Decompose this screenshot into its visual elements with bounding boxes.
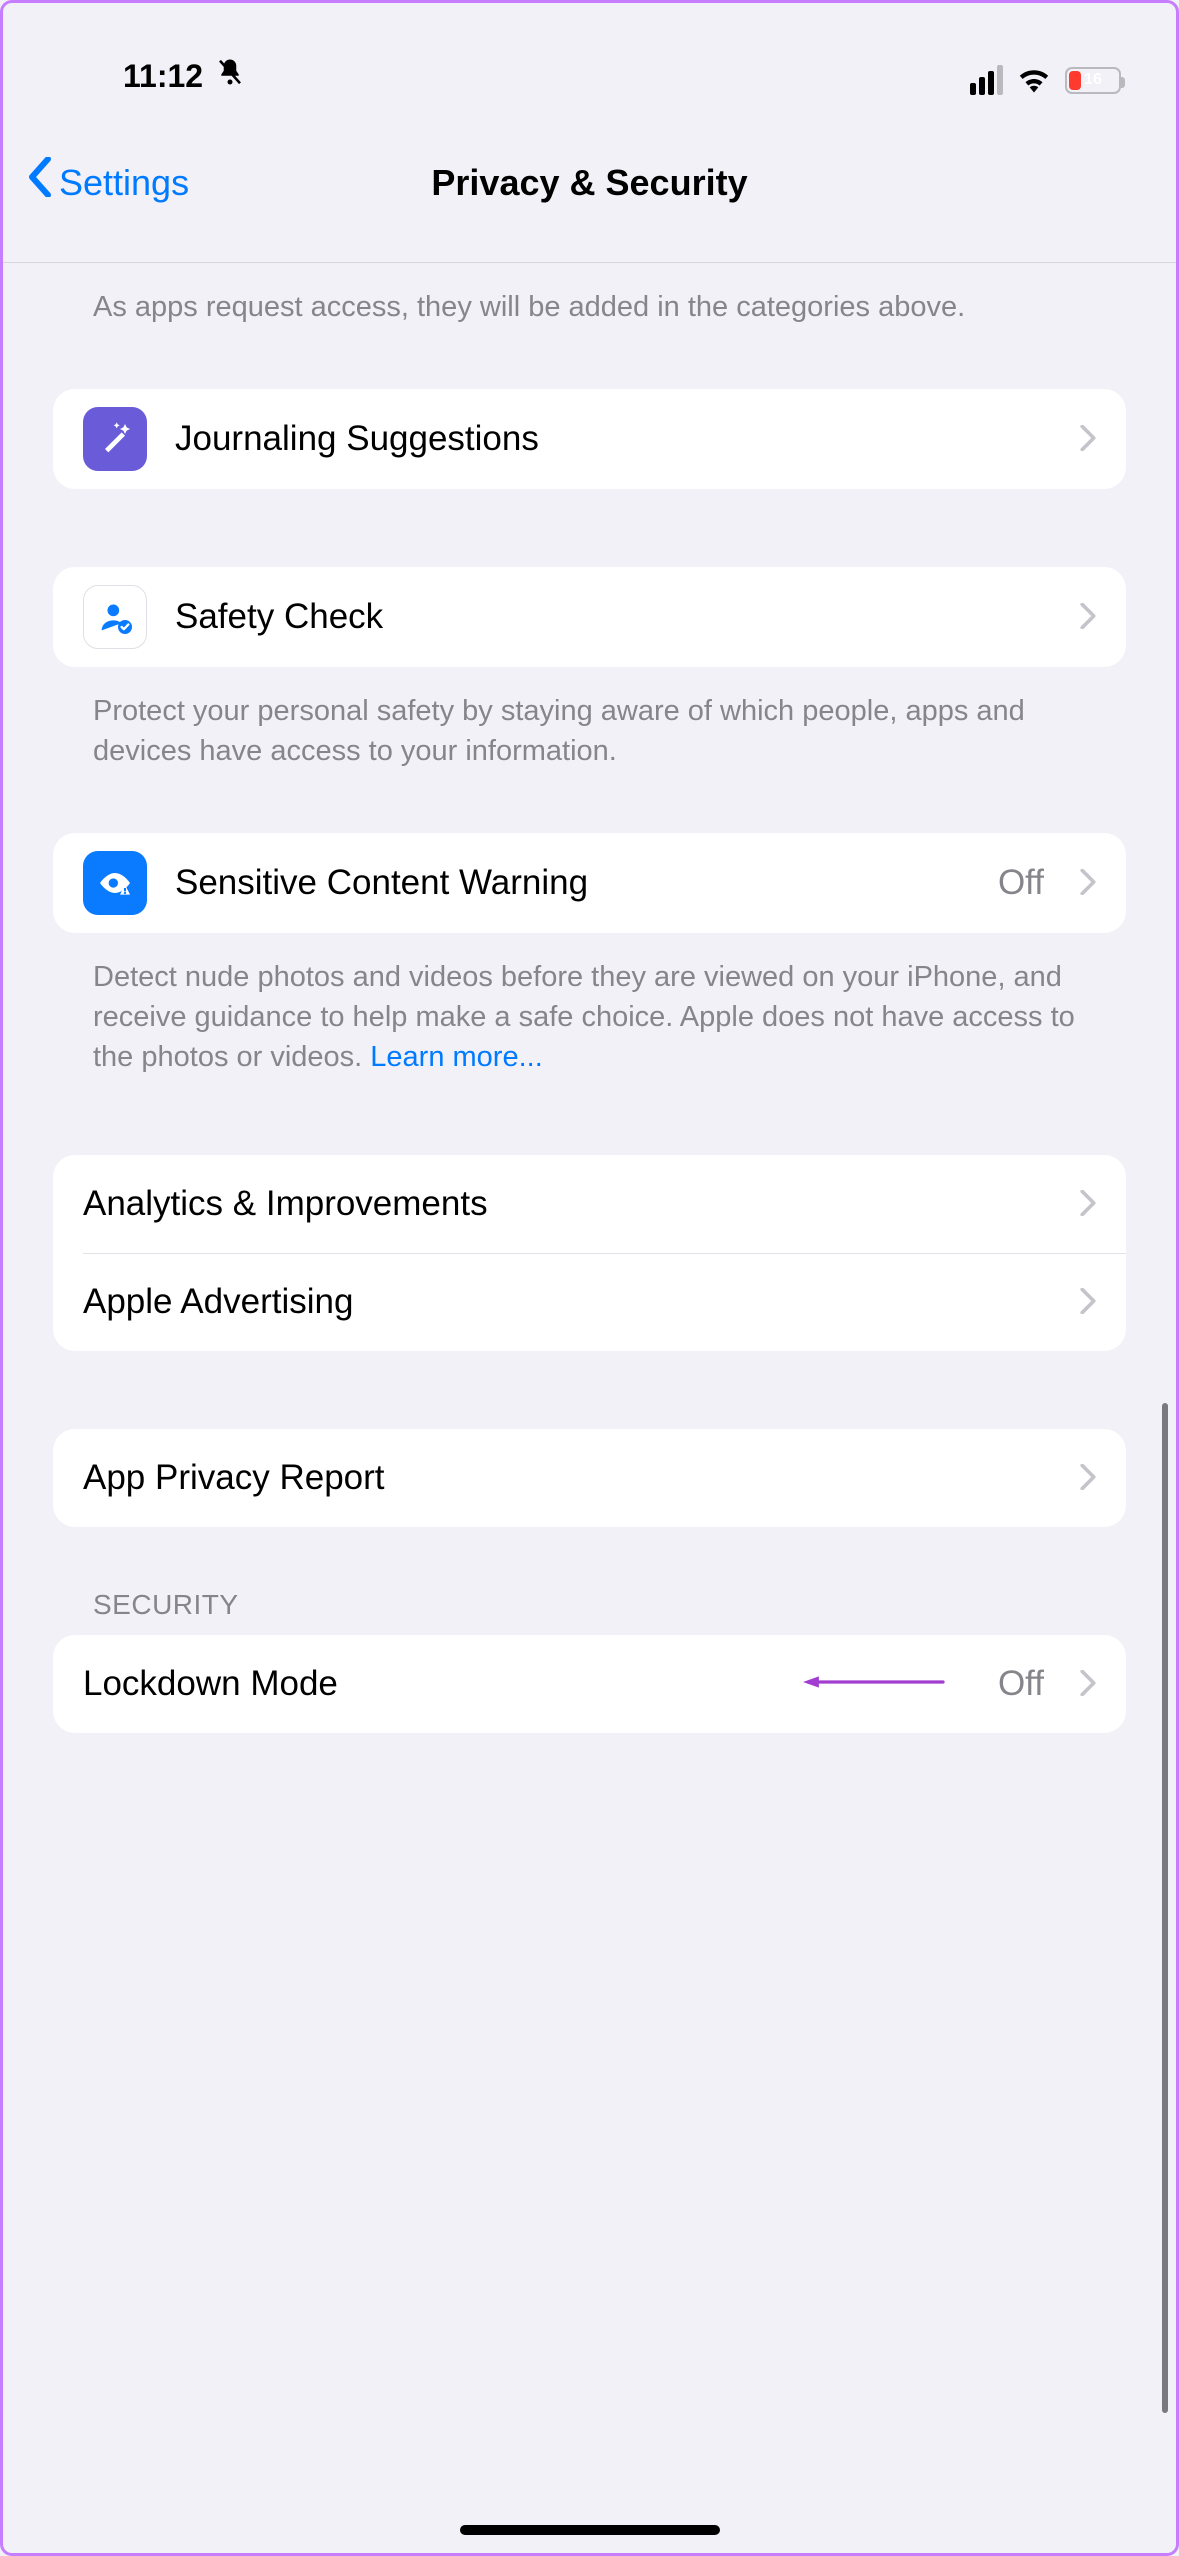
row-lockdown-mode[interactable]: Lockdown Mode Off bbox=[53, 1635, 1126, 1733]
footer-text-span: Detect nude photos and videos before the… bbox=[93, 961, 1075, 1073]
row-apple-advertising[interactable]: Apple Advertising bbox=[53, 1253, 1126, 1351]
chevron-right-icon bbox=[1080, 1457, 1096, 1499]
status-bar: 11:12 16 bbox=[3, 3, 1176, 103]
bell-slash-icon bbox=[215, 57, 245, 95]
eye-warning-icon bbox=[83, 851, 147, 915]
safety-check-footer: Protect your personal safety by staying … bbox=[53, 667, 1126, 771]
group-lockdown: Lockdown Mode Off bbox=[53, 1635, 1126, 1733]
battery-icon: 16 bbox=[1065, 67, 1121, 94]
navigation-bar: Settings Privacy & Security bbox=[3, 103, 1176, 263]
group-safety-check: Safety Check bbox=[53, 567, 1126, 667]
chevron-right-icon bbox=[1080, 418, 1096, 460]
group-journaling: Journaling Suggestions bbox=[53, 389, 1126, 489]
row-sensitive-content-warning[interactable]: Sensitive Content Warning Off bbox=[53, 833, 1126, 933]
wifi-icon bbox=[1017, 67, 1051, 93]
battery-percentage: 16 bbox=[1067, 71, 1119, 89]
back-label: Settings bbox=[59, 162, 189, 204]
back-button[interactable]: Settings bbox=[3, 157, 189, 208]
row-journaling-suggestions[interactable]: Journaling Suggestions bbox=[53, 389, 1126, 489]
row-label: App Privacy Report bbox=[83, 1458, 1052, 1498]
row-value: Off bbox=[998, 863, 1044, 903]
content-area: As apps request access, they will be add… bbox=[3, 263, 1176, 1733]
row-app-privacy-report[interactable]: App Privacy Report bbox=[53, 1429, 1126, 1527]
row-analytics-improvements[interactable]: Analytics & Improvements bbox=[53, 1155, 1126, 1253]
row-value: Off bbox=[998, 1664, 1044, 1704]
row-label: Safety Check bbox=[175, 597, 1052, 637]
cellular-signal-icon bbox=[970, 65, 1003, 95]
group-sensitive-content: Sensitive Content Warning Off bbox=[53, 833, 1126, 933]
scroll-indicator[interactable] bbox=[1162, 1403, 1168, 2413]
section-header-security: SECURITY bbox=[53, 1527, 1126, 1635]
status-right: 16 bbox=[970, 65, 1121, 95]
status-time: 11:12 bbox=[123, 58, 203, 95]
top-footer-text: As apps request access, they will be add… bbox=[53, 263, 1126, 327]
chevron-right-icon bbox=[1080, 1183, 1096, 1225]
group-analytics-advertising: Analytics & Improvements Apple Advertisi… bbox=[53, 1155, 1126, 1351]
row-label: Lockdown Mode bbox=[83, 1664, 970, 1704]
home-indicator[interactable] bbox=[460, 2525, 720, 2535]
status-left: 11:12 bbox=[123, 57, 245, 95]
row-label: Analytics & Improvements bbox=[83, 1184, 1052, 1224]
row-label: Sensitive Content Warning bbox=[175, 863, 970, 903]
person-shield-icon bbox=[83, 585, 147, 649]
chevron-right-icon bbox=[1080, 1281, 1096, 1323]
row-safety-check[interactable]: Safety Check bbox=[53, 567, 1126, 667]
chevron-right-icon bbox=[1080, 1663, 1096, 1705]
chevron-left-icon bbox=[27, 157, 53, 208]
row-label: Journaling Suggestions bbox=[175, 419, 1052, 459]
sensitive-content-footer: Detect nude photos and videos before the… bbox=[53, 933, 1126, 1077]
chevron-right-icon bbox=[1080, 596, 1096, 638]
chevron-right-icon bbox=[1080, 862, 1096, 904]
wand-sparkle-icon bbox=[83, 407, 147, 471]
row-label: Apple Advertising bbox=[83, 1282, 1052, 1322]
group-privacy-report: App Privacy Report bbox=[53, 1429, 1126, 1527]
learn-more-link[interactable]: Learn more... bbox=[370, 1041, 542, 1073]
